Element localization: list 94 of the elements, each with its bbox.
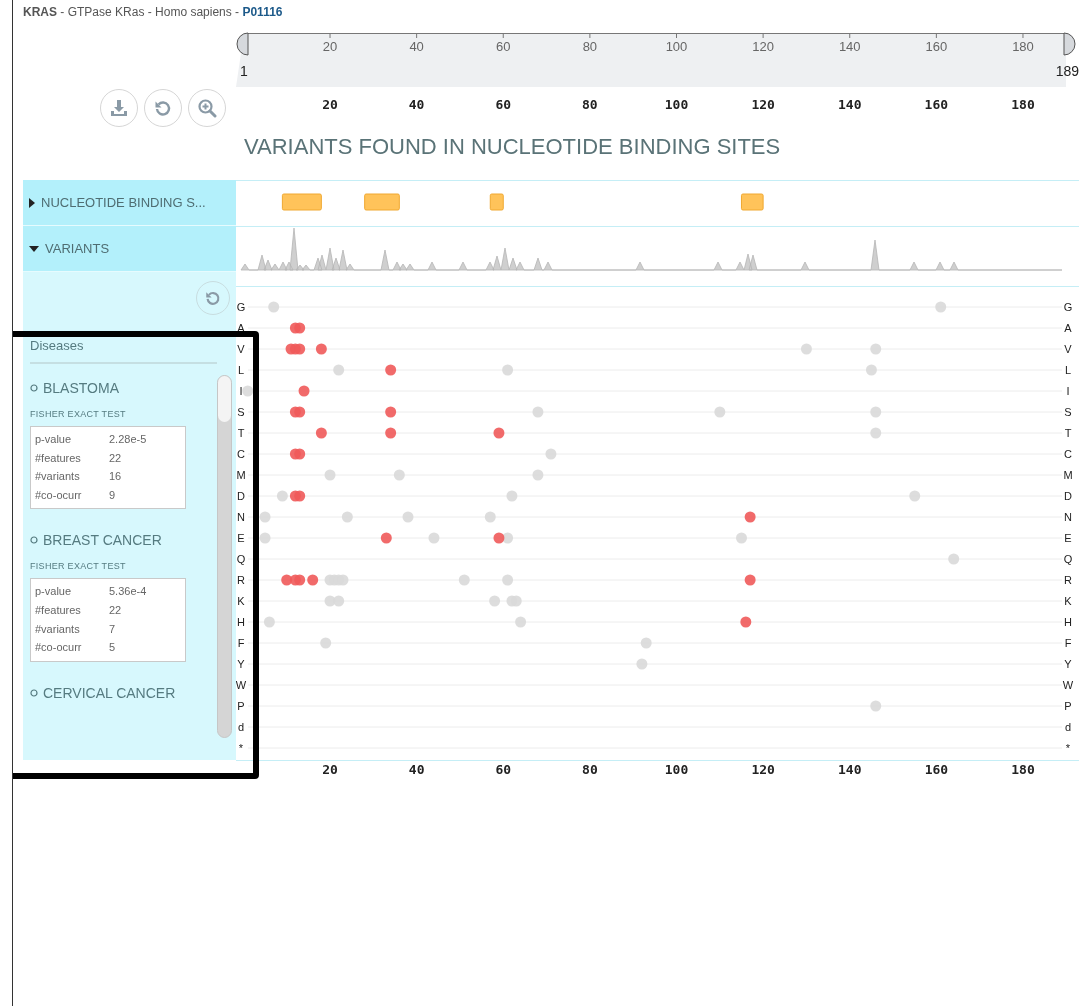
- axis-label: 20: [322, 762, 338, 777]
- residue-label: W: [1062, 679, 1074, 691]
- test-label: FISHER EXACT TEST: [30, 561, 127, 572]
- residue-label: Q: [1063, 553, 1073, 565]
- ruler-label: 140: [838, 39, 861, 54]
- residue-label: G: [236, 301, 246, 313]
- axis-label: 60: [495, 97, 512, 112]
- residue-label: N: [1064, 511, 1072, 523]
- residue-label: *: [1065, 742, 1071, 754]
- stat-label: #features: [35, 450, 82, 466]
- residue-label: *: [238, 742, 244, 754]
- axis-label: 140: [838, 97, 862, 112]
- ruler-label: 40: [409, 39, 424, 54]
- axis-label: 160: [924, 762, 949, 777]
- stat-value: 5.36e-4: [109, 584, 148, 600]
- residue-label: Y: [237, 658, 245, 670]
- residue-label: D: [1064, 490, 1072, 502]
- residue-label: M: [1063, 469, 1073, 481]
- stat-label: p-value: [35, 584, 73, 600]
- residue-label: V: [237, 343, 245, 355]
- residue-label: Y: [1064, 658, 1072, 670]
- residue-label: d: [237, 721, 245, 733]
- residue-label: A: [1064, 322, 1072, 334]
- residue-label: G: [1063, 301, 1073, 313]
- stat-value: 5: [109, 640, 117, 656]
- stat-label: #variants: [35, 621, 81, 637]
- residue-label: K: [1064, 595, 1072, 607]
- axis-label: 100: [664, 762, 689, 777]
- residue-label: I: [239, 385, 243, 397]
- axis-label: 100: [664, 97, 689, 112]
- panel-title: Diseases: [30, 338, 217, 364]
- residue-label: P: [1064, 700, 1072, 712]
- stat-label: #co-ocurr: [35, 487, 83, 503]
- section-title: VARIANTS FOUND IN NUCLEOTIDE BINDING SITES: [244, 133, 782, 158]
- stat-label: #co-ocurr: [35, 640, 83, 656]
- range-end: 189: [1055, 63, 1079, 79]
- axis-label: 40: [408, 762, 425, 777]
- ruler-label: 80: [582, 39, 598, 54]
- stat-value: 7: [109, 621, 117, 637]
- axis-label: 120: [751, 762, 775, 777]
- stat-value: 2.28e-5: [109, 432, 148, 447]
- stat-label: p-value: [35, 432, 73, 447]
- ruler-label: 100: [665, 39, 688, 54]
- range-start: 1: [240, 63, 248, 79]
- residue-label: H: [237, 616, 245, 628]
- residue-label: F: [237, 637, 245, 649]
- stat-label: #features: [35, 602, 82, 618]
- residue-label: F: [1064, 637, 1072, 649]
- residue-label: L: [237, 364, 245, 376]
- ruler-label: 180: [1012, 39, 1034, 54]
- residue-label: V: [1064, 343, 1072, 355]
- residue-label: L: [1064, 364, 1072, 376]
- residue-label: K: [237, 595, 245, 607]
- axis-label: 80: [582, 762, 598, 777]
- residue-label: C: [1064, 448, 1072, 460]
- residue-label: M: [236, 469, 246, 481]
- residue-label: S: [237, 406, 245, 418]
- test-label: FISHER EXACT TEST: [30, 409, 127, 419]
- axis-label: 120: [751, 97, 775, 112]
- axis-label: 180: [1011, 97, 1035, 112]
- stat-value: 22: [109, 602, 123, 618]
- stat-value: 16: [109, 469, 123, 485]
- residue-label: Q: [236, 553, 246, 565]
- ruler-label: 60: [496, 39, 511, 54]
- axis-label: 60: [495, 762, 512, 777]
- residue-label: d: [1064, 721, 1072, 733]
- axis-label: 180: [1011, 762, 1035, 777]
- ruler-label: 120: [752, 39, 774, 54]
- residue-label: D: [237, 490, 245, 502]
- residue-label: E: [1064, 532, 1072, 544]
- axis-label: 160: [924, 97, 949, 112]
- protein-description: - GTPase KRas - Homo sapiens -: [60, 5, 240, 19]
- ruler-label: 20: [322, 39, 338, 54]
- residue-label: I: [1066, 385, 1070, 397]
- axis-label: 40: [408, 97, 425, 112]
- ruler-label: 160: [925, 39, 948, 54]
- axis-label: 80: [582, 97, 598, 112]
- residue-label: E: [237, 532, 245, 544]
- residue-label: T: [237, 427, 245, 439]
- axis-label: 140: [838, 762, 862, 777]
- gene-name: KRAS: [23, 5, 57, 19]
- stat-value: 9: [109, 487, 117, 503]
- residue-label: T: [1064, 427, 1072, 439]
- residue-label: R: [1064, 574, 1072, 586]
- residue-label: R: [237, 574, 245, 586]
- residue-label: N: [237, 511, 245, 523]
- residue-label: C: [237, 448, 245, 460]
- stat-value: 22: [109, 450, 123, 466]
- axis-label: 20: [322, 97, 338, 112]
- residue-label: P: [237, 700, 245, 712]
- stat-label: #variants: [35, 469, 81, 485]
- residue-label: H: [1064, 616, 1072, 628]
- residue-label: S: [1064, 406, 1072, 418]
- residue-label: W: [236, 679, 247, 691]
